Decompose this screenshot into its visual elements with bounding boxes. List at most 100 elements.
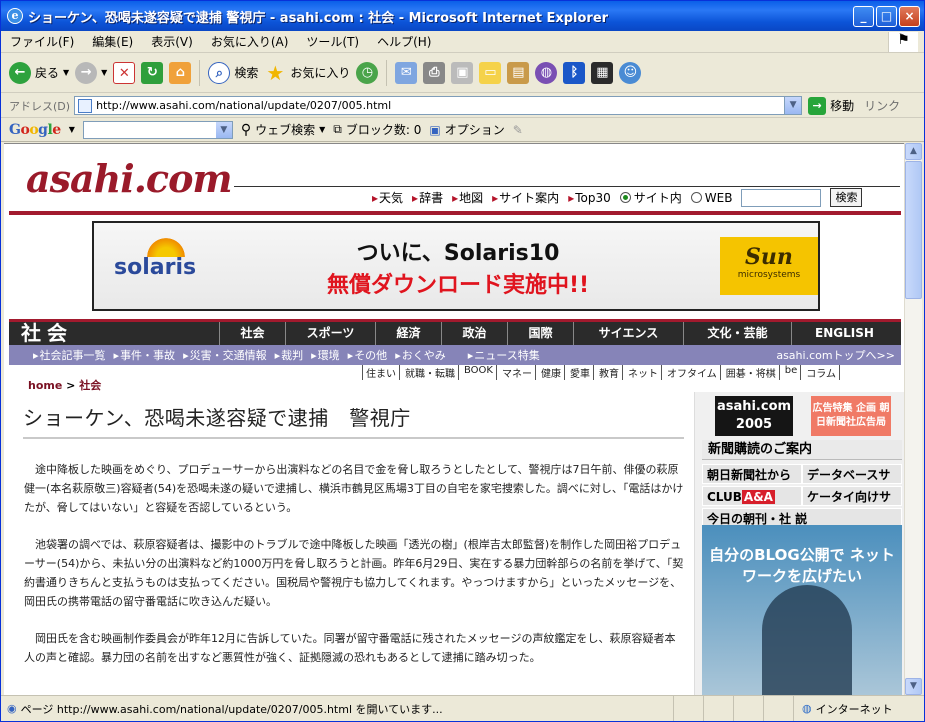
newspaper-subscription-link[interactable]: 新聞購読のご案内 [702, 440, 902, 460]
home-icon[interactable]: ⌂ [169, 61, 192, 84]
highlight-icon[interactable]: ✎ [513, 123, 523, 137]
bluetooth-icon[interactable]: ᛒ [563, 61, 586, 84]
site-links: 住まい 就職・転職 BOOK マネー 健康 愛車 教育 ネット オフタイム 囲碁… [362, 365, 840, 380]
from-asahi-link[interactable]: 朝日新聞社から [702, 464, 802, 484]
link-education[interactable]: 教育 [596, 365, 623, 380]
maximize-button[interactable]: □ [876, 6, 897, 27]
print-icon[interactable]: ⎙ [423, 61, 446, 84]
edit-icon[interactable]: ▣ [451, 61, 474, 84]
subnav-disaster[interactable]: 災害・交通情報 [183, 347, 267, 363]
address-bar: アドレス(D) http://www.asahi.com/national/up… [1, 94, 924, 118]
sun-logo: Sun microsystems [720, 237, 818, 295]
scroll-up-button[interactable]: ▲ [905, 143, 922, 160]
minimize-button[interactable]: _ [853, 6, 874, 27]
cat-science[interactable]: サイエンス [573, 322, 683, 345]
link-column[interactable]: コラム [803, 365, 840, 380]
menu-edit[interactable]: 編集(E) [83, 33, 142, 50]
club-aa-link[interactable]: CLUB A&A [702, 486, 802, 506]
back-button[interactable]: ← 戻る ▼ [9, 61, 69, 84]
forward-button[interactable]: → ▼ [75, 61, 107, 84]
mobile-service-link[interactable]: ケータイ向けサービス [802, 486, 902, 524]
subnav-incidents[interactable]: 事件・事故 [114, 347, 175, 363]
windows-logo-icon: ⚑ [888, 32, 918, 52]
users-icon[interactable]: ☺ [619, 61, 642, 84]
radio-site[interactable]: サイト内 [619, 189, 682, 206]
favorites-button[interactable]: ★ お気に入り [264, 62, 350, 84]
scroll-down-button[interactable]: ▼ [905, 678, 922, 695]
title-bar[interactable]: e ショーケン、恐喝未遂容疑で逮捕 警視庁 - asahi.com : 社会 -… [1, 1, 924, 31]
close-button[interactable]: × [899, 6, 920, 27]
link-housing[interactable]: 住まい [362, 365, 400, 380]
menu-help[interactable]: ヘルプ(H) [368, 33, 440, 50]
cat-international[interactable]: 国際 [507, 322, 573, 345]
cat-politics[interactable]: 政治 [441, 322, 507, 345]
address-label: アドレス(D) [9, 99, 71, 113]
database-service-link[interactable]: データベースサービス [802, 464, 902, 502]
mail-icon[interactable]: ✉ [395, 61, 418, 84]
link-book[interactable]: BOOK [461, 365, 497, 380]
link-health[interactable]: 健康 [538, 365, 565, 380]
cat-economy[interactable]: 経済 [375, 322, 441, 345]
link-money[interactable]: マネー [499, 365, 536, 380]
link-net[interactable]: ネット [625, 365, 662, 380]
link-car[interactable]: 愛車 [567, 365, 594, 380]
back-arrow-icon: ← [9, 61, 31, 84]
nav-map[interactable]: 地図 [452, 189, 483, 206]
menu-view[interactable]: 表示(V) [142, 33, 202, 50]
research-icon[interactable]: ▤ [507, 61, 530, 84]
refresh-icon[interactable]: ↻ [141, 61, 164, 84]
popup-blocker-button[interactable]: ⧉ ブロック数: 0 [333, 121, 421, 138]
radio-web[interactable]: WEB [690, 191, 732, 205]
site-search-input[interactable] [741, 188, 822, 207]
link-jobs[interactable]: 就職・転職 [402, 365, 459, 380]
nav-site-guide[interactable]: サイト案内 [492, 189, 559, 206]
menu-tools[interactable]: ツール(T) [297, 33, 368, 50]
crumb-section[interactable]: 社会 [79, 379, 101, 392]
subnav-special[interactable]: ニュース特集 [468, 347, 539, 363]
subnav-other[interactable]: その他 [348, 347, 387, 363]
subnav-environment[interactable]: 環境 [311, 347, 340, 363]
nav-top30[interactable]: Top30 [568, 191, 611, 205]
subnav-trial[interactable]: 裁判 [275, 347, 303, 363]
subnav-obituaries[interactable]: おくやみ [395, 347, 446, 363]
crumb-home[interactable]: home [28, 379, 62, 392]
go-button[interactable]: → 移動 [808, 96, 854, 115]
link-offtime[interactable]: オフタイム [664, 365, 721, 380]
status-message: ◉ ページ http://www.asahi.com/national/upda… [1, 696, 674, 721]
scroll-thumb[interactable] [905, 161, 922, 299]
link-go-shogi[interactable]: 囲碁・将棋 [723, 365, 780, 380]
notes-icon[interactable]: ▭ [479, 61, 502, 84]
cat-society[interactable]: 社会 [219, 322, 285, 345]
vertical-scrollbar[interactable]: ▲ ▼ [904, 143, 922, 695]
menu-favorites[interactable]: お気に入り(A) [202, 33, 298, 50]
cat-sports[interactable]: スポーツ [285, 322, 375, 345]
asahi-logo[interactable]: asahi.com [26, 156, 233, 201]
asahi-top-link[interactable]: asahi.comトップへ>> [776, 347, 901, 363]
search-label: 検索 [234, 66, 259, 80]
screen-icon[interactable]: ▦ [591, 61, 614, 84]
options-button[interactable]: ▣ オプション [429, 121, 504, 138]
subnav-list[interactable]: 社会記事一覧 [33, 347, 106, 363]
asahi-2005-button[interactable]: asahi.com 2005 [715, 396, 793, 436]
nav-dictionary[interactable]: 辞書 [412, 189, 443, 206]
address-input[interactable]: http://www.asahi.com/national/update/020… [74, 96, 803, 115]
web-search-button[interactable]: ⚲ ウェブ検索 ▼ [241, 121, 325, 138]
search-button[interactable]: ⌕ 検索 [208, 61, 259, 84]
site-search-button[interactable]: 検索 [830, 188, 863, 207]
address-dropdown[interactable]: ▼ [784, 97, 802, 114]
cat-culture[interactable]: 文化・芸能 [683, 322, 791, 345]
stop-icon[interactable]: ✕ [113, 61, 136, 84]
blog-banner-ad[interactable]: 自分のBLOG公開で ネットワークを広げたい [702, 525, 902, 695]
messenger-icon[interactable]: ◍ [535, 61, 558, 84]
page-icon [78, 98, 93, 113]
history-icon[interactable]: ◷ [356, 61, 379, 84]
cat-english[interactable]: ENGLISH [791, 322, 897, 345]
ad-special-button[interactable]: 広告特集 企画 朝日新聞社広告局 [811, 396, 891, 436]
google-search-input[interactable]: ▼ [82, 120, 233, 139]
solaris-banner-ad[interactable]: solaris ついに、Solaris10 無償ダウンロード実施中!! Sun m… [92, 221, 820, 311]
menu-file[interactable]: ファイル(F) [1, 33, 83, 50]
google-logo[interactable]: Google [9, 122, 61, 138]
link-be[interactable]: be [782, 365, 802, 380]
nav-weather[interactable]: 天気 [372, 189, 403, 206]
links-button[interactable]: リンク [864, 97, 900, 114]
